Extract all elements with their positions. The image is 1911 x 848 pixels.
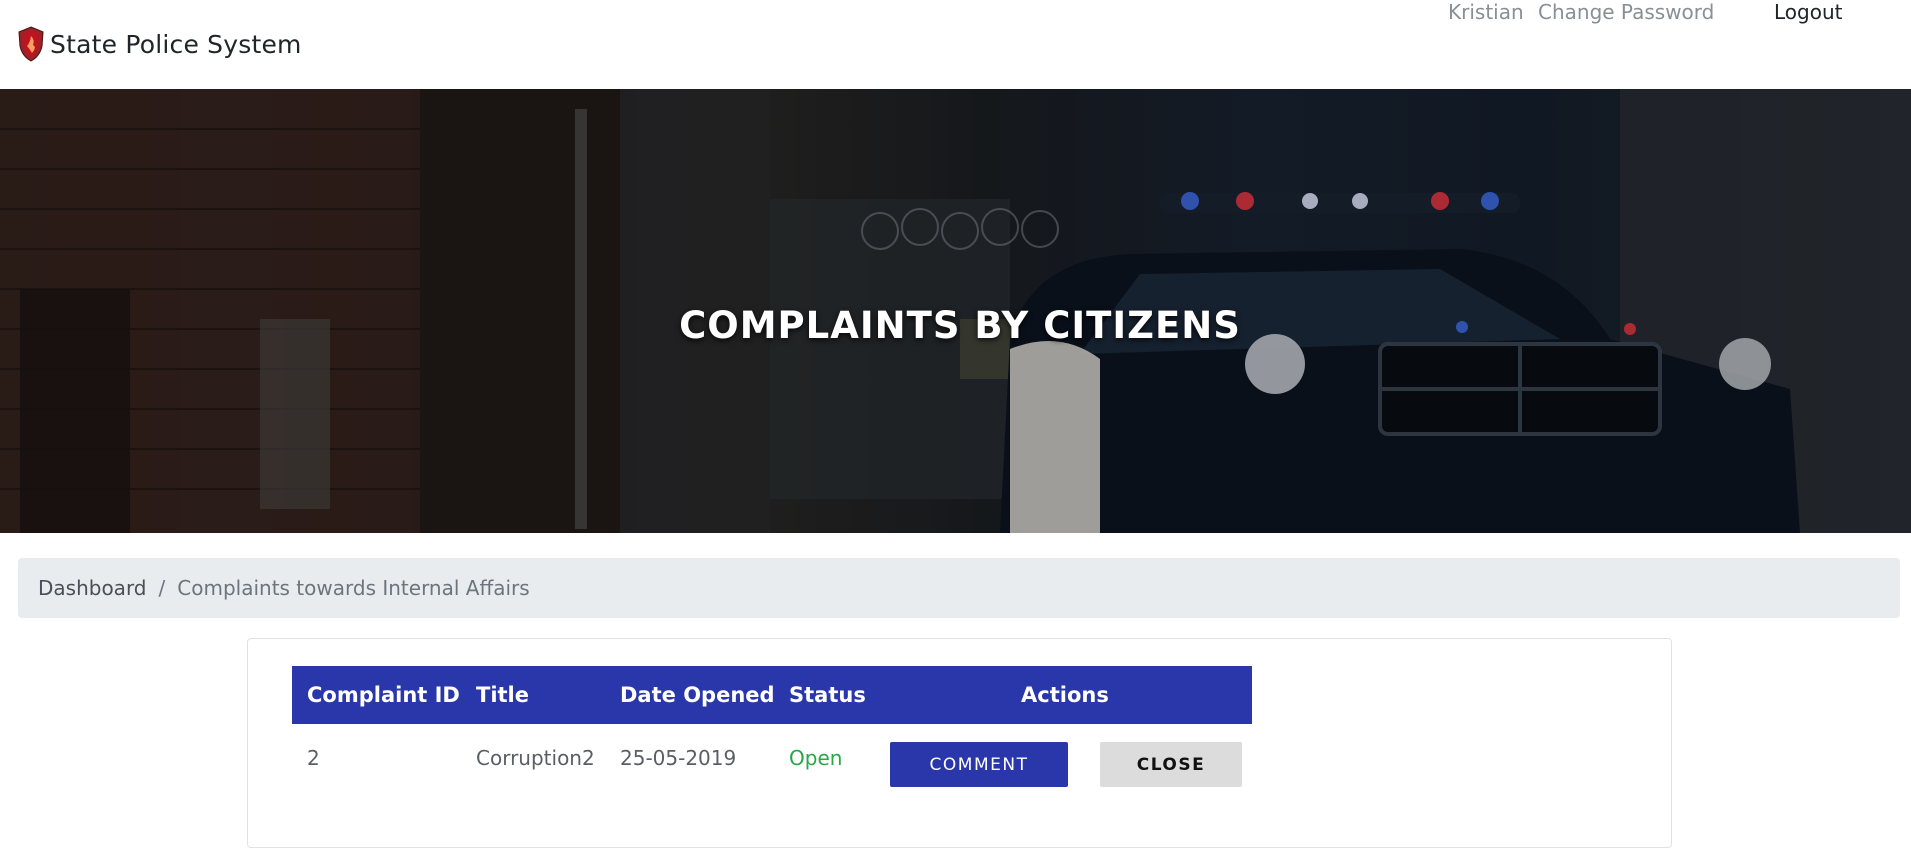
police-shield-icon [18, 26, 44, 62]
table-row: 2 Corruption2 25-05-2019 Open COMMENT CL… [292, 724, 1252, 806]
header-status: Status [789, 683, 866, 707]
breadcrumb-dashboard-link[interactable]: Dashboard [38, 576, 147, 600]
cell-complaint-id: 2 [307, 746, 320, 770]
nav-logout-link[interactable]: Logout [1774, 0, 1842, 24]
complaints-card: Complaint ID Title Date Opened Status Ac… [247, 638, 1672, 848]
hero-title: COMPLAINTS BY CITIZENS [679, 304, 1241, 347]
cell-date-opened: 25-05-2019 [620, 746, 737, 770]
close-complaint-button[interactable]: CLOSE [1100, 742, 1242, 787]
cell-title: Corruption2 [476, 746, 595, 770]
breadcrumb-current: Complaints towards Internal Affairs [177, 576, 530, 600]
brand[interactable]: State Police System [18, 26, 302, 62]
header-actions: Actions [1021, 683, 1109, 707]
cell-status: Open [789, 746, 843, 770]
breadcrumb-separator: / [158, 576, 166, 600]
nav-user-link[interactable]: Kristian [1448, 0, 1524, 24]
nav-change-password-link[interactable]: Change Password [1538, 0, 1714, 24]
brand-name: State Police System [50, 29, 302, 59]
breadcrumb: Dashboard / Complaints towards Internal … [18, 558, 1900, 618]
top-navbar: State Police System Kristian Change Pass… [0, 0, 1911, 89]
complaints-table: Complaint ID Title Date Opened Status Ac… [292, 666, 1252, 806]
header-title: Title [476, 683, 530, 707]
comment-button[interactable]: COMMENT [890, 742, 1068, 787]
table-header: Complaint ID Title Date Opened Status Ac… [292, 666, 1252, 724]
hero-banner: COMPLAINTS BY CITIZENS [0, 89, 1911, 533]
header-date-opened: Date Opened [620, 683, 775, 707]
header-complaint-id: Complaint ID [307, 683, 460, 707]
